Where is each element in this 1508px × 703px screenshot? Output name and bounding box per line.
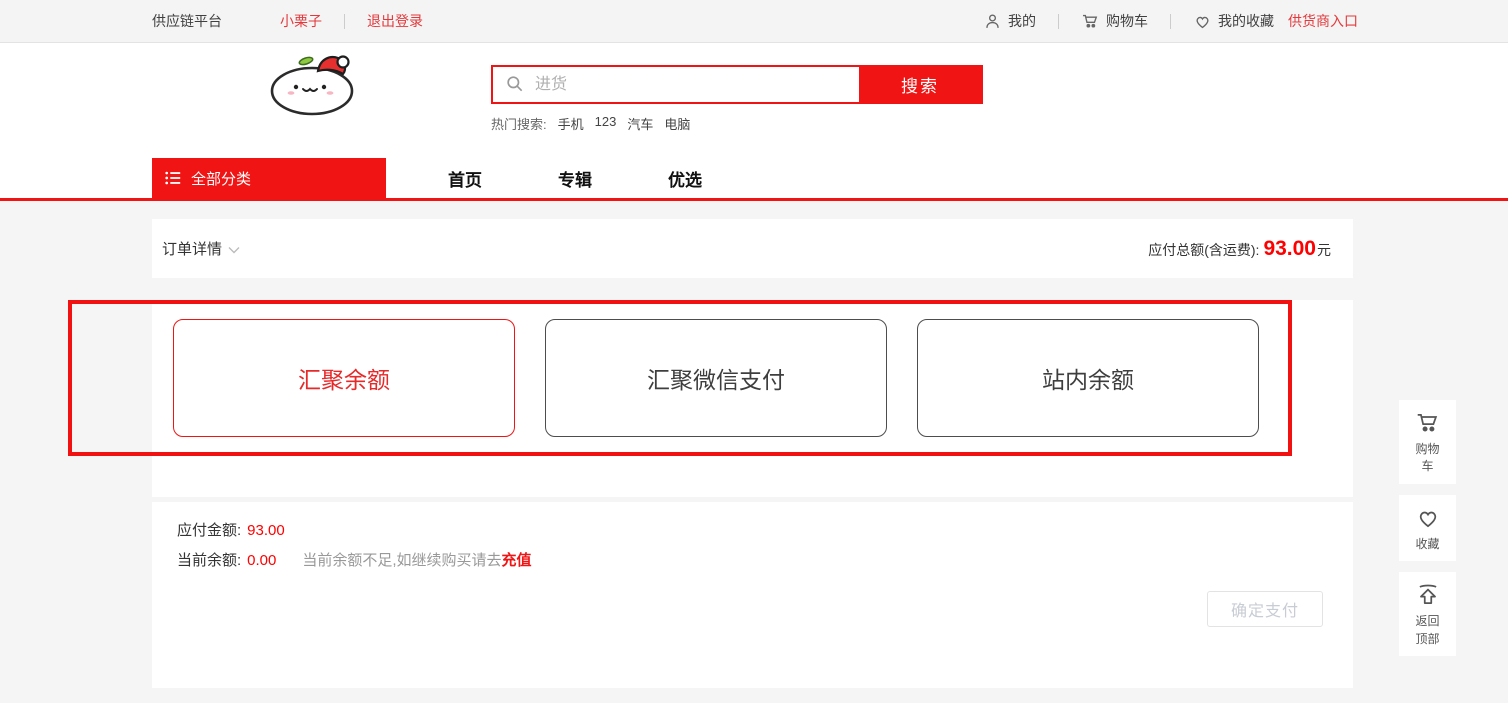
nav-item-home[interactable]: 首页 xyxy=(410,166,520,191)
payment-info-panel: 应付金额: 93.00 当前余额: 0.00 当前余额不足,如继续购买请去 充值… xyxy=(152,502,1353,688)
hot-search-item[interactable]: 手机 xyxy=(558,114,584,133)
topbar-right: 我的 购物车 我的收藏 供货商入口 xyxy=(983,11,1358,31)
payment-methods-panel: 汇聚余额 汇聚微信支付 站内余额 xyxy=(152,300,1353,497)
float-favorites-label: 收藏 xyxy=(1414,536,1442,553)
float-sidebar: 购物车 收藏 返回顶部 xyxy=(1399,400,1456,656)
balance-row: 当前余额: 0.00 当前余额不足,如继续购买请去 充值 xyxy=(177,546,1353,576)
payment-method-huiju-balance[interactable]: 汇聚余额 xyxy=(173,319,515,437)
confirm-payment-button[interactable]: 确定支付 xyxy=(1207,591,1323,627)
list-icon xyxy=(164,169,182,187)
topbar: 供应链平台 小栗子 退出登录 我的 购物车 我的收藏 xyxy=(0,0,1508,43)
hot-search-item[interactable]: 电脑 xyxy=(664,114,690,133)
nav-item-featured[interactable]: 优选 xyxy=(630,166,740,191)
current-balance-value: 0.00 xyxy=(247,546,276,576)
topbar-link-my[interactable]: 我的 xyxy=(983,11,1036,31)
topbar-link-cart[interactable]: 购物车 xyxy=(1081,11,1148,31)
nav-items: 首页 专辑 优选 xyxy=(410,158,740,198)
cart-icon xyxy=(1081,12,1100,31)
all-categories-button[interactable]: 全部分类 xyxy=(152,158,386,198)
order-total-unit: 元 xyxy=(1317,240,1331,260)
hot-search-item[interactable]: 123 xyxy=(595,114,617,133)
order-total: 应付总额(含运费): 93.00 元 xyxy=(1148,237,1331,261)
divider xyxy=(1170,14,1171,29)
cart-icon xyxy=(1415,410,1441,436)
topbar-link-username[interactable]: 小栗子 xyxy=(280,11,322,31)
amount-due-row: 应付金额: 93.00 xyxy=(177,516,1353,546)
search-box: 搜索 xyxy=(491,65,983,104)
topbar-link-favorites[interactable]: 我的收藏 xyxy=(1193,11,1274,31)
back-to-top-icon xyxy=(1415,582,1441,608)
order-details-label: 订单详情 xyxy=(162,238,222,259)
divider xyxy=(344,14,345,29)
float-cart-label: 购物车 xyxy=(1414,441,1442,476)
order-bar: 订单详情 应付总额(含运费): 93.00 元 xyxy=(152,219,1353,278)
heart-icon xyxy=(1415,505,1441,531)
all-categories-label: 全部分类 xyxy=(191,168,251,189)
order-total-value: 93.00 xyxy=(1263,237,1316,261)
insufficient-balance-notice: 当前余额不足,如继续购买请去 xyxy=(302,546,501,576)
hot-search-item[interactable]: 汽车 xyxy=(627,114,653,133)
back-to-top-label: 返回顶部 xyxy=(1414,613,1442,648)
payment-method-huiju-wechat[interactable]: 汇聚微信支付 xyxy=(545,319,887,437)
amount-due-label: 应付金额: xyxy=(177,516,241,546)
back-to-top-button[interactable]: 返回顶部 xyxy=(1399,572,1456,656)
recharge-link[interactable]: 充值 xyxy=(502,546,532,576)
topbar-link-supplier-entry[interactable]: 供货商入口 xyxy=(1288,11,1358,31)
hot-search-label: 热门搜索: xyxy=(491,114,547,133)
main-nav: 全部分类 首页 专辑 优选 xyxy=(0,158,1508,198)
hot-search: 热门搜索: 手机 123 汽车 电脑 xyxy=(491,114,690,133)
main-content: 订单详情 应付总额(含运费): 93.00 元 汇聚余额 汇聚微信支付 站内余额… xyxy=(0,201,1508,703)
payment-methods-row: 汇聚余额 汇聚微信支付 站内余额 xyxy=(173,319,1259,437)
current-balance-label: 当前余额: xyxy=(177,546,241,576)
amount-due-value: 93.00 xyxy=(247,516,285,546)
topbar-link-logout[interactable]: 退出登录 xyxy=(367,11,423,31)
order-details-dropdown[interactable]: 订单详情 xyxy=(162,238,241,259)
search-icon xyxy=(505,74,525,94)
topbar-link-my-label: 我的 xyxy=(1008,11,1036,31)
site-logo[interactable] xyxy=(250,49,380,117)
topbar-link-cart-label: 购物车 xyxy=(1106,11,1148,31)
divider xyxy=(1058,14,1059,29)
heart-icon xyxy=(1193,12,1212,31)
topbar-link-favorites-label: 我的收藏 xyxy=(1218,11,1274,31)
order-total-label: 应付总额(含运费): xyxy=(1148,240,1259,260)
header: 搜索 热门搜索: 手机 123 汽车 电脑 xyxy=(0,43,1508,158)
search-input[interactable] xyxy=(529,67,859,102)
search-button[interactable]: 搜索 xyxy=(859,67,981,102)
topbar-left: 供应链平台 小栗子 退出登录 xyxy=(152,11,423,31)
nav-item-albums[interactable]: 专辑 xyxy=(520,166,630,191)
payment-method-site-balance[interactable]: 站内余额 xyxy=(917,319,1259,437)
float-cart-button[interactable]: 购物车 xyxy=(1399,400,1456,484)
chevron-down-icon xyxy=(227,245,241,255)
float-favorites-button[interactable]: 收藏 xyxy=(1399,495,1456,561)
topbar-link-platform[interactable]: 供应链平台 xyxy=(152,11,222,31)
person-icon xyxy=(983,12,1002,31)
